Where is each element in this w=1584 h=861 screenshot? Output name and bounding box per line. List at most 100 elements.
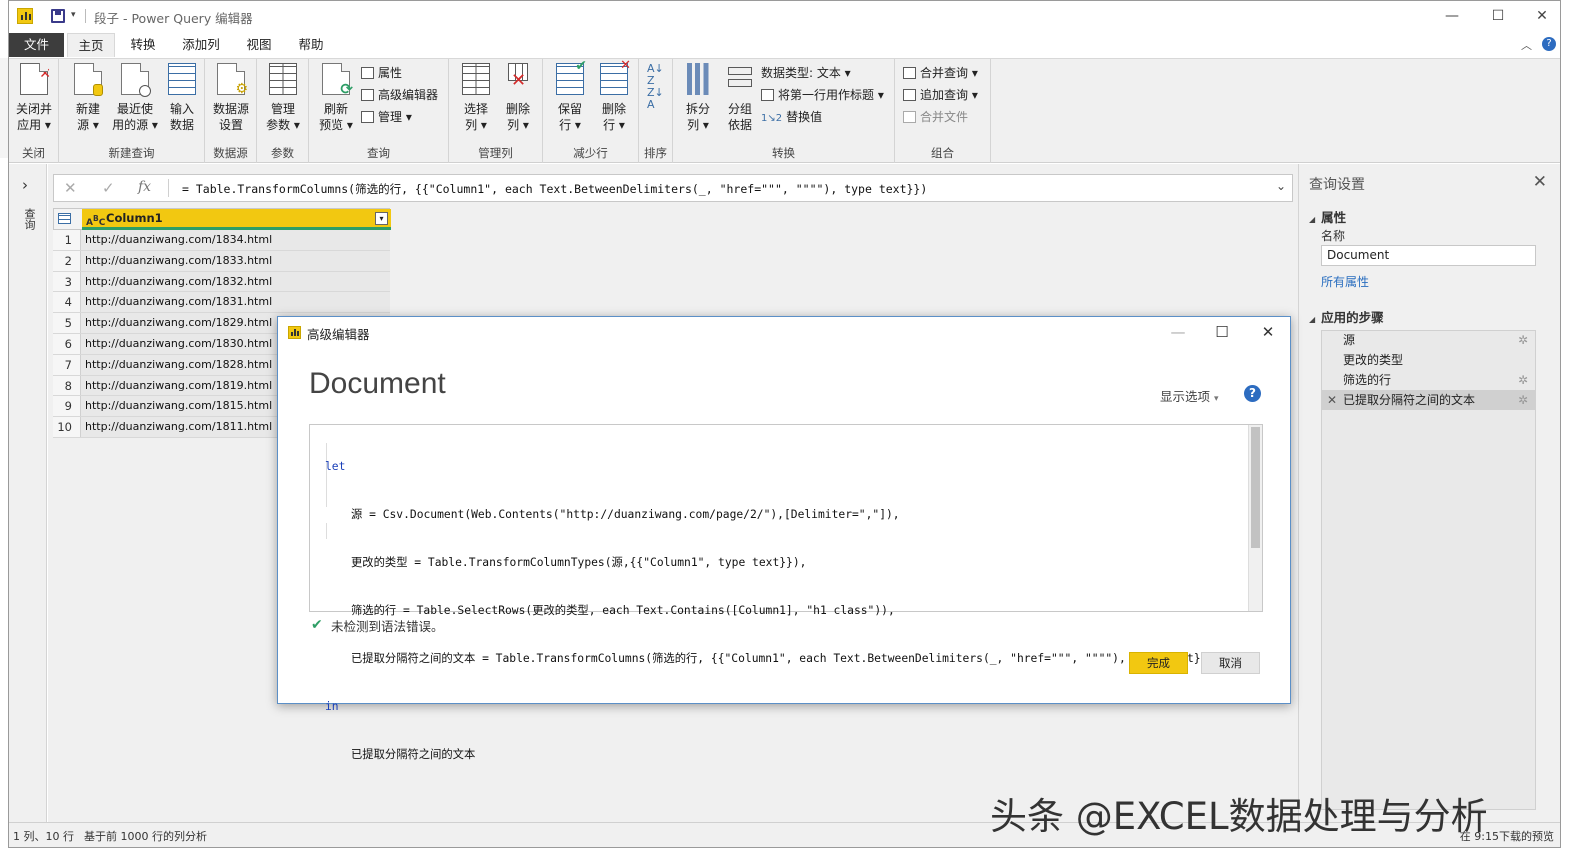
queries-pane-collapsed[interactable]: › 查询 [9, 164, 47, 822]
cell-value[interactable]: http://duanziwang.com/1830.html [85, 334, 272, 354]
quick-access-dropdown-icon[interactable]: ▾ [71, 10, 76, 20]
advanced-editor-icon [361, 89, 374, 101]
delete-step-icon[interactable]: ✕ [1327, 390, 1337, 410]
scrollbar-thumb[interactable] [1251, 427, 1260, 548]
cell-value[interactable]: http://duanziwang.com/1811.html [85, 417, 272, 437]
maximize-icon[interactable]: ☐ [1488, 6, 1508, 26]
manage-button[interactable]: 管理 ▾ [361, 109, 412, 125]
expand-queries-icon[interactable]: › [22, 176, 28, 194]
query-name-input[interactable]: Document [1321, 245, 1536, 266]
cancel-button[interactable]: 取消 [1201, 652, 1260, 674]
help-icon[interactable]: ? [1542, 37, 1556, 51]
merge-queries-button[interactable]: 合并查询 ▾ [903, 65, 978, 81]
menu-home[interactable]: 主页 [67, 33, 115, 57]
manage-params-button[interactable]: 管理 参数 ▾ [261, 63, 305, 133]
confirm-formula-icon[interactable]: ✓ [102, 179, 115, 197]
step-settings-icon[interactable]: ✲ [1518, 390, 1528, 410]
recent-sources-button[interactable]: 最近使 用的源 ▾ [111, 63, 159, 133]
grid-header: ABC Column1 ▾ [53, 208, 391, 230]
choose-columns-icon [462, 63, 490, 95]
first-row-header-button[interactable]: 将第一行用作标题 ▾ [761, 87, 884, 103]
row-number: 4 [53, 292, 81, 313]
column-filter-icon[interactable]: ▾ [375, 212, 388, 225]
table-menu-icon[interactable] [58, 213, 71, 224]
applied-steps-section[interactable]: 应用的步骤 [1309, 307, 1384, 326]
cell-value[interactable]: http://duanziwang.com/1831.html [85, 292, 272, 312]
enter-data-button[interactable]: 输入 数据 [161, 63, 203, 133]
cancel-formula-icon[interactable]: ✕ [64, 179, 77, 197]
close-icon[interactable]: ✕ [1532, 6, 1552, 26]
save-icon[interactable] [51, 9, 65, 23]
cell-value[interactable]: http://duanziwang.com/1832.html [85, 272, 272, 292]
advanced-editor-button[interactable]: 高级编辑器 [361, 87, 438, 103]
row-number: 5 [53, 313, 81, 333]
choose-columns-button[interactable]: 选择列 ▾ [455, 63, 497, 133]
step-settings-icon[interactable]: ✲ [1518, 330, 1528, 350]
cell-value[interactable]: http://duanziwang.com/1833.html [85, 251, 272, 271]
fx-icon[interactable]: fx [138, 179, 151, 195]
group-label-new-query: 新建查询 [108, 146, 155, 160]
refresh-preview-button[interactable]: ⟳ 刷新 预览 ▾ [315, 63, 357, 133]
cell-value[interactable]: http://duanziwang.com/1834.html [85, 230, 272, 250]
data-source-settings-button[interactable]: ⚙ 数据源 设置 [209, 63, 253, 133]
new-source-button[interactable]: 新建源 ▾ [67, 63, 109, 133]
dialog-minimize-icon[interactable]: — [1166, 321, 1190, 343]
data-type-dropdown[interactable]: 数据类型: 文本 ▾ [761, 65, 851, 81]
column-header-column1[interactable]: ABC Column1 ▾ [82, 209, 391, 230]
remove-columns-button[interactable]: ✕ 删除列 ▾ [497, 63, 539, 133]
combine-files-button[interactable]: 合并文件 [903, 109, 968, 125]
keep-rows-button[interactable]: ✔ 保留行 ▾ [549, 58, 591, 133]
all-properties-link[interactable]: 所有属性 [1321, 273, 1369, 290]
group-params: 管理 参数 ▾ 参数 [257, 59, 309, 163]
table-row[interactable]: 4 http://duanziwang.com/1831.html [53, 292, 390, 314]
close-apply-button[interactable]: ✕ 关闭并 应用 ▾ [13, 63, 55, 133]
background-app-edge [0, 58, 8, 158]
menu-add-column[interactable]: 添加列 [173, 33, 229, 57]
replace-values-button[interactable]: 1↘2 替换值 [761, 109, 822, 127]
step-filtered-rows[interactable]: 筛选的行 ✲ [1321, 370, 1536, 390]
row-number: 7 [53, 354, 81, 375]
menu-view[interactable]: 视图 [237, 33, 281, 57]
cell-value[interactable]: http://duanziwang.com/1815.html [85, 396, 272, 416]
dialog-help-icon[interactable]: ? [1244, 385, 1261, 402]
manage-icon [361, 111, 374, 123]
new-source-icon [74, 63, 103, 96]
sort-ascending-icon[interactable]: A↓ Z [647, 63, 664, 87]
status-profiling[interactable]: 基于前 1000 行的列分析 [84, 828, 207, 844]
text-type-icon[interactable]: ABC [86, 210, 105, 232]
formula-input[interactable]: = Table.TransformColumns(筛选的行, {{"Column… [182, 181, 927, 197]
code-editor[interactable]: let 源 = Csv.Document(Web.Contents("http:… [309, 424, 1263, 761]
split-column-button[interactable]: 拆分列 ▾ [677, 63, 719, 133]
cell-value[interactable]: http://duanziwang.com/1819.html [85, 376, 272, 396]
dialog-close-icon[interactable]: ✕ [1256, 321, 1280, 343]
minimize-icon[interactable]: — [1442, 6, 1462, 26]
append-queries-button[interactable]: 追加查询 ▾ [903, 87, 978, 103]
table-row[interactable]: 3 http://duanziwang.com/1832.html [53, 271, 390, 293]
row-number: 1 [53, 230, 81, 250]
table-row[interactable]: 2 http://duanziwang.com/1833.html [53, 250, 390, 272]
cell-value[interactable]: http://duanziwang.com/1828.html [85, 355, 272, 375]
remove-rows-button[interactable]: ✕ 删除行 ▾ [593, 58, 635, 133]
display-options-dropdown[interactable]: 显示选项 ▾ [1160, 386, 1219, 405]
close-settings-icon[interactable]: ✕ [1533, 172, 1547, 192]
step-source[interactable]: 源 ✲ [1321, 330, 1536, 350]
table-row[interactable]: 1 http://duanziwang.com/1834.html [53, 230, 390, 251]
menu-help[interactable]: 帮助 [289, 33, 333, 57]
expand-formula-icon[interactable]: ⌄ [1276, 179, 1286, 193]
status-rows-cols: 1 列、10 行 [13, 830, 74, 843]
properties-button[interactable]: 属性 [361, 65, 402, 81]
step-settings-icon[interactable]: ✲ [1518, 370, 1528, 390]
group-by-button[interactable]: 分组 依据 [719, 63, 761, 133]
collapse-ribbon-icon[interactable]: ︿ [1521, 37, 1532, 53]
step-extracted-text[interactable]: ✕ 已提取分隔符之间的文本 ✲ [1321, 390, 1536, 410]
split-column-icon [684, 63, 712, 95]
step-changed-type[interactable]: 更改的类型 [1321, 350, 1536, 370]
dialog-maximize-icon[interactable]: ☐ [1210, 321, 1234, 343]
menu-transform[interactable]: 转换 [121, 33, 165, 57]
cell-value[interactable]: http://duanziwang.com/1829.html [85, 313, 272, 333]
done-button[interactable]: 完成 [1129, 652, 1188, 674]
sort-descending-icon[interactable]: Z↓ A [647, 87, 664, 111]
properties-section[interactable]: 属性 [1309, 207, 1346, 226]
menu-file[interactable]: 文件 [9, 33, 64, 57]
editor-scrollbar[interactable] [1248, 425, 1262, 611]
